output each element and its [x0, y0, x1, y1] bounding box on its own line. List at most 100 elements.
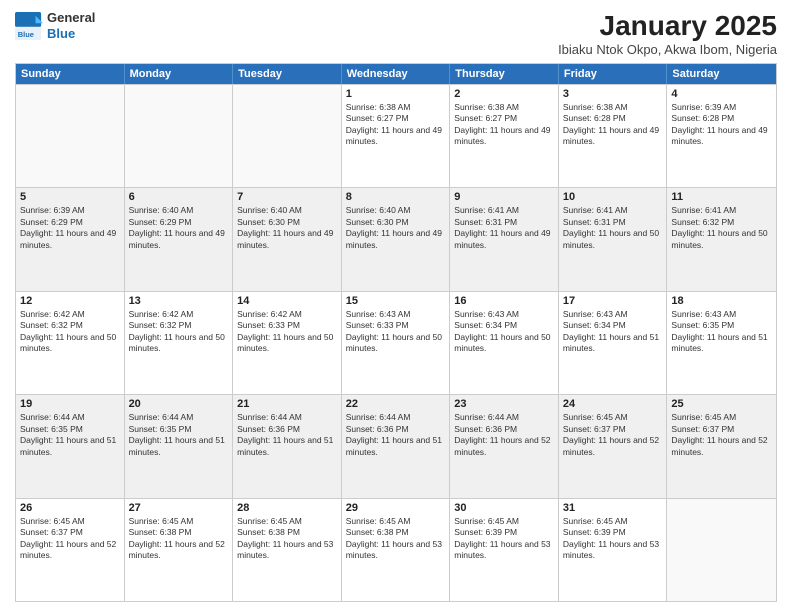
cell-info: Sunrise: 6:43 AMSunset: 6:33 PMDaylight:…: [346, 309, 446, 355]
cell-info: Sunrise: 6:44 AMSunset: 6:35 PMDaylight:…: [20, 412, 120, 458]
calendar-cell: 31 Sunrise: 6:45 AMSunset: 6:39 PMDayligh…: [559, 499, 668, 601]
header-day-wednesday: Wednesday: [342, 64, 451, 84]
calendar-cell: 26 Sunrise: 6:45 AMSunset: 6:37 PMDayligh…: [16, 499, 125, 601]
day-number: 7: [237, 191, 337, 203]
logo-text: General Blue: [47, 10, 95, 41]
cell-info: Sunrise: 6:39 AMSunset: 6:28 PMDaylight:…: [671, 102, 772, 148]
cell-info: Sunrise: 6:41 AMSunset: 6:32 PMDaylight:…: [671, 205, 772, 251]
calendar-cell: 22Sunrise: 6:44 AMSunset: 6:36 PMDayligh…: [342, 395, 451, 497]
cell-info: Sunrise: 6:40 AMSunset: 6:29 PMDaylight:…: [129, 205, 229, 251]
header-day-friday: Friday: [559, 64, 668, 84]
header-day-tuesday: Tuesday: [233, 64, 342, 84]
svg-text:Blue: Blue: [18, 30, 34, 39]
day-number: 9: [454, 191, 554, 203]
cell-info: Sunrise: 6:45 AMSunset: 6:39 PMDaylight:…: [454, 516, 554, 562]
day-number: 15: [346, 295, 446, 307]
calendar-cell: 19 Sunrise: 6:44 AMSunset: 6:35 PMDayligh…: [16, 395, 125, 497]
day-number: 21: [237, 398, 337, 410]
day-number: 26: [20, 502, 120, 514]
day-number: 19: [20, 398, 120, 410]
calendar-cell: 9 Sunrise: 6:41 AMSunset: 6:31 PMDaylight…: [450, 188, 559, 290]
cell-info: Sunrise: 6:42 AMSunset: 6:33 PMDaylight:…: [237, 309, 337, 355]
cell-info: Sunrise: 6:42 AMSunset: 6:32 PMDaylight:…: [129, 309, 229, 355]
day-number: 11: [671, 191, 772, 203]
cell-info: Sunrise: 6:41 AMSunset: 6:31 PMDaylight:…: [454, 205, 554, 251]
cell-info: Sunrise: 6:45 AMSunset: 6:39 PMDaylight:…: [563, 516, 663, 562]
cell-info: Sunrise: 6:40 AMSunset: 6:30 PMDaylight:…: [237, 205, 337, 251]
cell-info: Sunrise: 6:38 AMSunset: 6:27 PMDaylight:…: [346, 102, 446, 148]
calendar-cell: 7 Sunrise: 6:40 AMSunset: 6:30 PMDaylight…: [233, 188, 342, 290]
calendar-cell: 14 Sunrise: 6:42 AMSunset: 6:33 PMDayligh…: [233, 292, 342, 394]
calendar-cell: 20 Sunrise: 6:44 AMSunset: 6:35 PMDayligh…: [125, 395, 234, 497]
day-number: 12: [20, 295, 120, 307]
calendar-cell: 27 Sunrise: 6:45 AMSunset: 6:38 PMDayligh…: [125, 499, 234, 601]
calendar-cell: 21Sunrise: 6:44 AMSunset: 6:36 PMDayligh…: [233, 395, 342, 497]
day-number: 5: [20, 191, 120, 203]
logo-icon: Blue: [15, 12, 43, 40]
cell-info: Sunrise: 6:39 AMSunset: 6:29 PMDaylight:…: [20, 205, 120, 251]
cell-info: Sunrise: 6:41 AMSunset: 6:31 PMDaylight:…: [563, 205, 663, 251]
cell-info: Sunrise: 6:44 AMSunset: 6:35 PMDaylight:…: [129, 412, 229, 458]
cell-info: Sunrise: 6:38 AMSunset: 6:28 PMDaylight:…: [563, 102, 663, 148]
day-number: 1: [346, 88, 446, 100]
calendar-cell: [125, 85, 234, 187]
cell-info: Sunrise: 6:42 AMSunset: 6:32 PMDaylight:…: [20, 309, 120, 355]
calendar-cell: 23 Sunrise: 6:44 AMSunset: 6:36 PMDayligh…: [450, 395, 559, 497]
day-number: 25: [671, 398, 772, 410]
cell-info: Sunrise: 6:45 AMSunset: 6:37 PMDaylight:…: [671, 412, 772, 458]
calendar-cell: 29Sunrise: 6:45 AMSunset: 6:38 PMDayligh…: [342, 499, 451, 601]
day-number: 10: [563, 191, 663, 203]
day-number: 3: [563, 88, 663, 100]
location: Ibiaku Ntok Okpo, Akwa Ibom, Nigeria: [558, 42, 777, 57]
calendar-cell: 10 Sunrise: 6:41 AMSunset: 6:31 PMDayligh…: [559, 188, 668, 290]
calendar-body: 1 Sunrise: 6:38 AMSunset: 6:27 PMDaylight…: [16, 84, 776, 601]
calendar-row-1: 1 Sunrise: 6:38 AMSunset: 6:27 PMDaylight…: [16, 84, 776, 187]
cell-info: Sunrise: 6:45 AMSunset: 6:37 PMDaylight:…: [563, 412, 663, 458]
page-header: Blue General Blue January 2025 Ibiaku Nt…: [15, 10, 777, 57]
calendar-cell: 13 Sunrise: 6:42 AMSunset: 6:32 PMDayligh…: [125, 292, 234, 394]
day-number: 13: [129, 295, 229, 307]
cell-info: Sunrise: 6:44 AMSunset: 6:36 PMDaylight:…: [454, 412, 554, 458]
calendar: SundayMondayTuesdayWednesdayThursdayFrid…: [15, 63, 777, 602]
calendar-cell: 30 Sunrise: 6:45 AMSunset: 6:39 PMDayligh…: [450, 499, 559, 601]
day-number: 27: [129, 502, 229, 514]
calendar-cell: 17Sunrise: 6:43 AMSunset: 6:34 PMDayligh…: [559, 292, 668, 394]
calendar-cell: 11 Sunrise: 6:41 AMSunset: 6:32 PMDayligh…: [667, 188, 776, 290]
cell-info: Sunrise: 6:45 AMSunset: 6:37 PMDaylight:…: [20, 516, 120, 562]
calendar-cell: 6Sunrise: 6:40 AMSunset: 6:29 PMDaylight…: [125, 188, 234, 290]
day-number: 14: [237, 295, 337, 307]
day-number: 16: [454, 295, 554, 307]
day-number: 24: [563, 398, 663, 410]
calendar-cell: [667, 499, 776, 601]
cell-info: Sunrise: 6:40 AMSunset: 6:30 PMDaylight:…: [346, 205, 446, 251]
calendar-cell: 4 Sunrise: 6:39 AMSunset: 6:28 PMDaylight…: [667, 85, 776, 187]
header-day-thursday: Thursday: [450, 64, 559, 84]
title-block: January 2025 Ibiaku Ntok Okpo, Akwa Ibom…: [558, 10, 777, 57]
cell-info: Sunrise: 6:38 AMSunset: 6:27 PMDaylight:…: [454, 102, 554, 148]
calendar-cell: 16Sunrise: 6:43 AMSunset: 6:34 PMDayligh…: [450, 292, 559, 394]
calendar-row-3: 12 Sunrise: 6:42 AMSunset: 6:32 PMDayligh…: [16, 291, 776, 394]
logo: Blue General Blue: [15, 10, 95, 41]
calendar-row-4: 19 Sunrise: 6:44 AMSunset: 6:35 PMDayligh…: [16, 394, 776, 497]
day-number: 18: [671, 295, 772, 307]
calendar-row-5: 26 Sunrise: 6:45 AMSunset: 6:37 PMDayligh…: [16, 498, 776, 601]
day-number: 20: [129, 398, 229, 410]
day-number: 2: [454, 88, 554, 100]
day-number: 23: [454, 398, 554, 410]
calendar-header: SundayMondayTuesdayWednesdayThursdayFrid…: [16, 64, 776, 84]
calendar-cell: [233, 85, 342, 187]
header-day-monday: Monday: [125, 64, 234, 84]
calendar-cell: 28 Sunrise: 6:45 AMSunset: 6:38 PMDayligh…: [233, 499, 342, 601]
day-number: 31: [563, 502, 663, 514]
header-day-saturday: Saturday: [667, 64, 776, 84]
calendar-row-2: 5 Sunrise: 6:39 AMSunset: 6:29 PMDaylight…: [16, 187, 776, 290]
day-number: 28: [237, 502, 337, 514]
day-number: 30: [454, 502, 554, 514]
cell-info: Sunrise: 6:45 AMSunset: 6:38 PMDaylight:…: [129, 516, 229, 562]
calendar-cell: 8Sunrise: 6:40 AMSunset: 6:30 PMDaylight…: [342, 188, 451, 290]
calendar-cell: 24 Sunrise: 6:45 AMSunset: 6:37 PMDayligh…: [559, 395, 668, 497]
day-number: 4: [671, 88, 772, 100]
calendar-cell: 5 Sunrise: 6:39 AMSunset: 6:29 PMDaylight…: [16, 188, 125, 290]
cell-info: Sunrise: 6:45 AMSunset: 6:38 PMDaylight:…: [237, 516, 337, 562]
calendar-cell: 15 Sunrise: 6:43 AMSunset: 6:33 PMDayligh…: [342, 292, 451, 394]
